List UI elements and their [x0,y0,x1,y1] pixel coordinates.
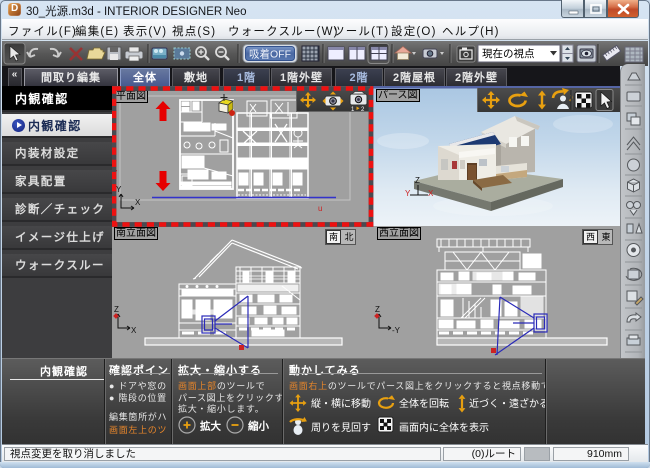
svg-text:2: 2 [361,107,365,111]
svg-text:近づく・遠ざかる: 近づく・遠ざかる [469,397,547,410]
svg-text:縮小: 縮小 [248,420,269,433]
svg-text:全体を回転: 全体を回転 [399,397,449,410]
svg-text:7: 7 [113,169,118,178]
svg-text:Y: Y [405,189,411,198]
svg-text:X: X [131,326,137,335]
svg-text:Y: Y [116,185,122,194]
svg-text:Z: Z [415,176,420,185]
svg-text:1: 1 [351,107,355,111]
svg-text:u: u [318,204,322,213]
svg-text:吸着OFF: 吸着OFF [249,48,291,61]
svg-text:-Y: -Y [392,326,401,335]
svg-text:現在の視点: 現在の視点 [482,47,535,60]
svg-text:画面内に全体を表示: 画面内に全体を表示 [399,421,489,434]
svg-text:X: X [135,198,141,207]
svg-text:周りを見回す: 周りを見回す [311,422,371,434]
svg-text:Z: Z [375,305,380,314]
svg-text:縦・横に移動: 縦・横に移動 [311,397,371,410]
svg-text:拡大: 拡大 [200,420,221,433]
svg-text:Z: Z [114,305,119,314]
svg-text:X: X [428,189,434,198]
